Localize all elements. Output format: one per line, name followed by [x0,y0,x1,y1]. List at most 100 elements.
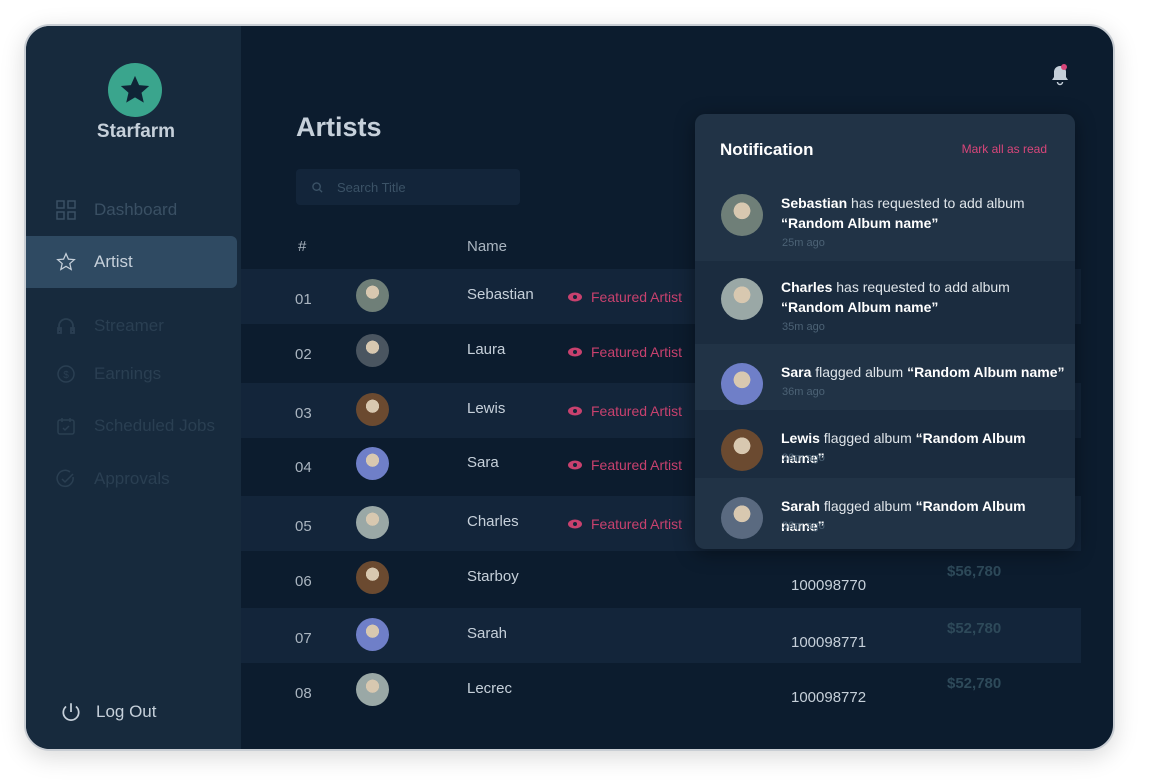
sidebar-item-label: Scheduled Jobs [94,416,215,435]
grid-icon [56,200,76,220]
featured-label: Featured Artist [591,344,683,360]
notification-user: Sebastian [781,195,848,211]
avatar [356,279,389,312]
sidebar-item-artist[interactable]: Artist [26,236,237,288]
logo [108,63,162,117]
featured-badge: Featured Artist [568,344,682,360]
featured-badge: Featured Artist [568,403,682,419]
star-icon [120,75,150,103]
table-row[interactable]: 06 Starboy 100098770 $56,780 [241,551,1081,606]
mark-all-read-link[interactable]: Mark all as read [962,142,1047,156]
artist-id: 100098771 [791,634,867,651]
notification-item[interactable]: Sarah flagged album “Random Album name” … [695,478,1075,549]
sidebar-item-label: Streamer [94,316,164,335]
avatar [356,618,389,651]
logout-label: Log Out [96,702,157,721]
eye-icon [568,519,582,529]
sidebar-item-earnings[interactable]: $ Earnings [26,348,237,400]
featured-badge: Featured Artist [568,289,682,305]
sidebar-item-streamer[interactable]: Streamer [26,300,237,352]
avatar [356,334,389,367]
sidebar-item-dashboard[interactable]: Dashboard [26,184,237,236]
notification-user: Sarah [781,498,820,514]
eye-icon [568,460,582,470]
avatar [721,429,763,471]
notification-item[interactable]: Sebastian has requested to add album “Ran… [695,177,1075,261]
featured-badge: Featured Artist [568,457,682,473]
calendar-icon [57,418,75,435]
artist-earnings: $52,780 [947,675,1002,692]
notification-item[interactable]: Lewis flagged album “Random Album name” … [695,410,1075,478]
svg-text:$: $ [63,370,69,381]
notification-action: flagged album [823,498,912,514]
table-row[interactable]: 08 Lecrec 100098772 $52,780 [241,663,1081,718]
notification-time: 35m ago [782,321,825,333]
row-number: 08 [295,685,312,702]
sidebar: Starfarm Dashboard Artist Streamer $ Ear… [26,26,241,749]
avatar [721,497,763,539]
app-window: Starfarm Dashboard Artist Streamer $ Ear… [24,24,1115,751]
avatar [721,194,763,236]
row-number: 02 [295,346,312,363]
notification-action: has requested to add album [851,195,1025,211]
notification-item[interactable]: Charles has requested to add album “Rando… [695,261,1075,344]
logout-button[interactable]: Log Out [60,701,157,723]
eye-icon [568,347,582,357]
sidebar-item-label: Artist [94,252,133,271]
avatar [356,561,389,594]
notification-album: “Random Album name” [781,215,939,231]
avatar [356,506,389,539]
avatar [356,393,389,426]
headphones-icon [57,318,75,334]
notification-time: 36m ago [782,452,825,464]
featured-label: Featured Artist [591,457,683,473]
bell-icon[interactable] [1048,62,1072,88]
search-placeholder: Search Title [337,179,406,195]
row-number: 04 [295,459,312,476]
artist-name: Sarah [467,625,508,642]
table-row[interactable]: 07 Sarah 100098771 $52,780 [241,608,1081,663]
row-number: 07 [295,630,312,647]
featured-label: Featured Artist [591,516,683,532]
row-number: 06 [295,573,312,590]
search-input[interactable]: Search Title [296,169,520,205]
artist-earnings: $56,780 [947,563,1002,580]
notification-user: Lewis [781,430,820,446]
eye-icon [568,406,582,416]
sidebar-item-label: Earnings [94,364,162,383]
power-icon [62,703,80,721]
sidebar-item-label: Dashboard [94,200,178,219]
column-header-name: Name [467,238,508,255]
row-number: 05 [295,518,312,535]
notification-item[interactable]: Sara flagged album “Random Album name” 3… [695,344,1075,410]
notification-time: 25m ago [782,237,825,249]
eye-icon [568,292,582,302]
notification-time: 36m ago [782,386,825,398]
page-title: Artists [296,112,382,142]
sidebar-item-approvals[interactable]: Approvals [26,453,237,505]
notification-album: “Random Album name” [907,364,1065,380]
artist-name: Sebastian [467,286,534,303]
row-number: 01 [295,291,312,308]
sidebar-item-scheduled-jobs[interactable]: Scheduled Jobs [26,400,237,452]
notification-action: flagged album [815,364,904,380]
featured-label: Featured Artist [591,403,683,419]
avatar [356,447,389,480]
brand-name: Starfarm [96,121,176,142]
notification-text: Charles has requested to add album “Rando… [781,277,1066,317]
notification-panel: Notification Mark all as read Sebastian … [695,114,1075,549]
dollar-circle-icon: $ [57,365,75,383]
notification-action: flagged album [823,430,912,446]
row-number: 03 [295,405,312,422]
column-header-num: # [298,238,307,255]
notification-album: “Random Album name” [781,299,939,315]
artist-name: Lecrec [467,680,513,697]
notification-title: Notification [720,140,814,159]
notification-text: Sebastian has requested to add album “Ran… [781,193,1066,233]
artist-id: 100098770 [791,577,867,594]
avatar [356,673,389,706]
artist-name: Laura [467,341,506,358]
artist-earnings: $52,780 [947,620,1002,637]
notification-user: Charles [781,279,833,295]
artist-name: Starboy [467,568,519,585]
